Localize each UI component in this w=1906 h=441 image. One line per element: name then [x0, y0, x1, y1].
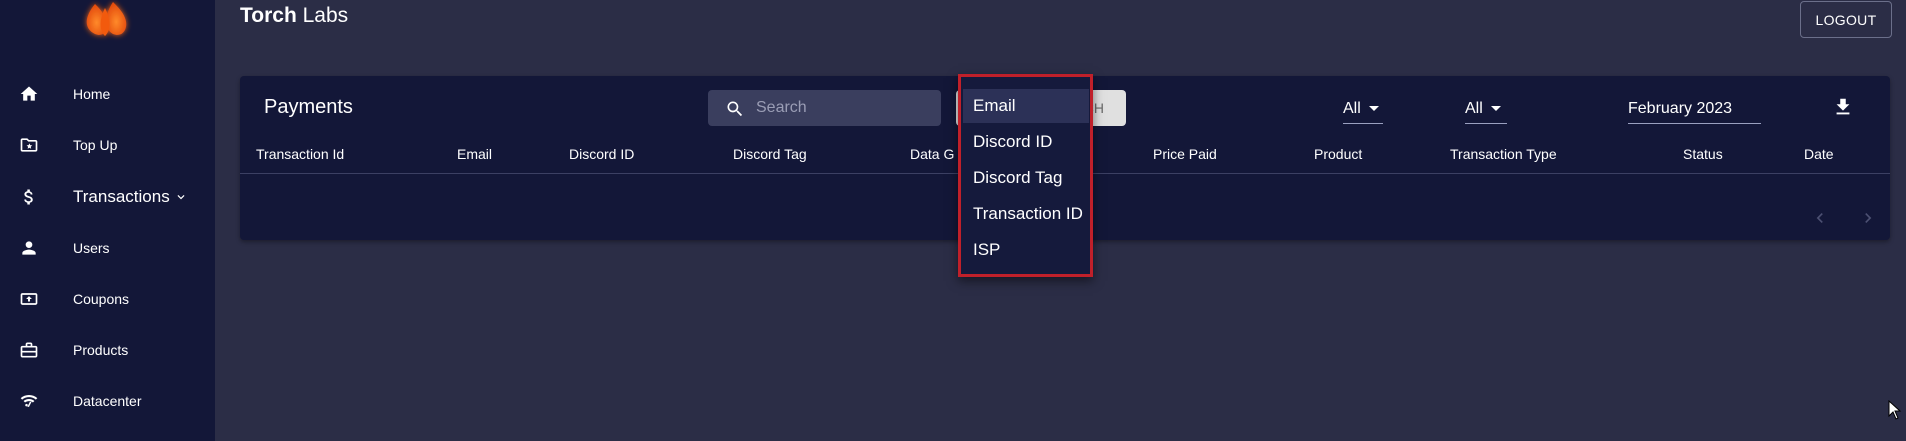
folder-star-icon	[18, 134, 40, 156]
search-field-dropdown: Email Discord ID Discord Tag Transaction…	[958, 74, 1093, 277]
sidebar-item-users[interactable]: Users	[0, 228, 215, 268]
sidebar-item-coupons[interactable]: Coupons	[0, 279, 215, 319]
sidebar: Home Top Up Transactions Users Coupons P…	[0, 0, 215, 441]
filter-select-2[interactable]: All	[1465, 94, 1507, 124]
sidebar-item-label: Home	[73, 86, 111, 102]
sidebar-item-label: Coupons	[73, 291, 130, 307]
briefcase-icon	[18, 339, 40, 361]
dollar-icon	[18, 186, 40, 208]
sidebar-item-label: Datacenter	[73, 393, 142, 409]
page-title: Payments	[264, 96, 353, 118]
sidebar-item-products[interactable]: Products	[0, 330, 215, 370]
brand-title-rest: Labs	[296, 4, 349, 27]
dropdown-option-discord-id[interactable]: Discord ID	[963, 125, 1089, 159]
mouse-cursor-icon	[1888, 400, 1902, 420]
download-icon[interactable]	[1832, 96, 1854, 118]
column-header[interactable]: Transaction Id	[256, 146, 344, 162]
sidebar-item-home[interactable]: Home	[0, 74, 215, 114]
column-header[interactable]: Transaction Type	[1450, 146, 1557, 162]
sidebar-item-label: Users	[73, 240, 110, 256]
brand-title: Torch Labs	[240, 4, 348, 28]
logout-button[interactable]: LOGOUT	[1800, 1, 1892, 38]
column-header[interactable]: Product	[1314, 146, 1362, 162]
brand-title-bold: Torch	[240, 4, 297, 27]
sidebar-item-label: Transactions	[73, 187, 170, 206]
column-header[interactable]: Discord ID	[569, 146, 634, 162]
date-picker[interactable]: February 2023	[1628, 94, 1761, 124]
dropdown-option-discord-tag[interactable]: Discord Tag	[963, 161, 1089, 195]
column-header[interactable]: Discord Tag	[733, 146, 807, 162]
filter-select-1-value: All	[1343, 99, 1361, 117]
dropdown-option-transaction-id[interactable]: Transaction ID	[963, 197, 1089, 231]
chevron-right-icon[interactable]	[1858, 208, 1878, 228]
search-icon	[727, 101, 743, 117]
column-header[interactable]: Status	[1683, 146, 1723, 162]
person-icon	[18, 237, 40, 259]
chevron-down-icon	[177, 195, 185, 200]
wifi-signal-icon	[18, 390, 40, 412]
sidebar-item-top-up[interactable]: Top Up	[0, 125, 215, 165]
search-field[interactable]	[708, 90, 941, 126]
filter-select-1[interactable]: All	[1343, 94, 1383, 124]
chevron-left-icon[interactable]	[1810, 208, 1830, 228]
caret-down-icon	[1368, 106, 1379, 111]
column-header[interactable]: Email	[457, 146, 492, 162]
sidebar-item-label: Products	[73, 342, 129, 358]
search-input[interactable]	[756, 90, 936, 126]
dropdown-option-email[interactable]: Email	[963, 89, 1089, 123]
sidebar-item-datacenter[interactable]: Datacenter	[0, 381, 215, 421]
sidebar-item-label: Top Up	[73, 137, 118, 153]
torch-flame-logo	[86, 2, 127, 36]
column-header[interactable]: Date	[1804, 146, 1834, 162]
dropdown-option-isp[interactable]: ISP	[963, 233, 1089, 267]
coupon-upload-icon	[18, 288, 40, 310]
home-icon	[18, 83, 40, 105]
column-header[interactable]: Data G	[910, 146, 954, 162]
caret-down-icon	[1490, 106, 1501, 111]
sidebar-item-transactions[interactable]: Transactions	[0, 177, 215, 217]
column-header[interactable]: Price Paid	[1153, 146, 1217, 162]
filter-select-2-value: All	[1465, 99, 1483, 117]
